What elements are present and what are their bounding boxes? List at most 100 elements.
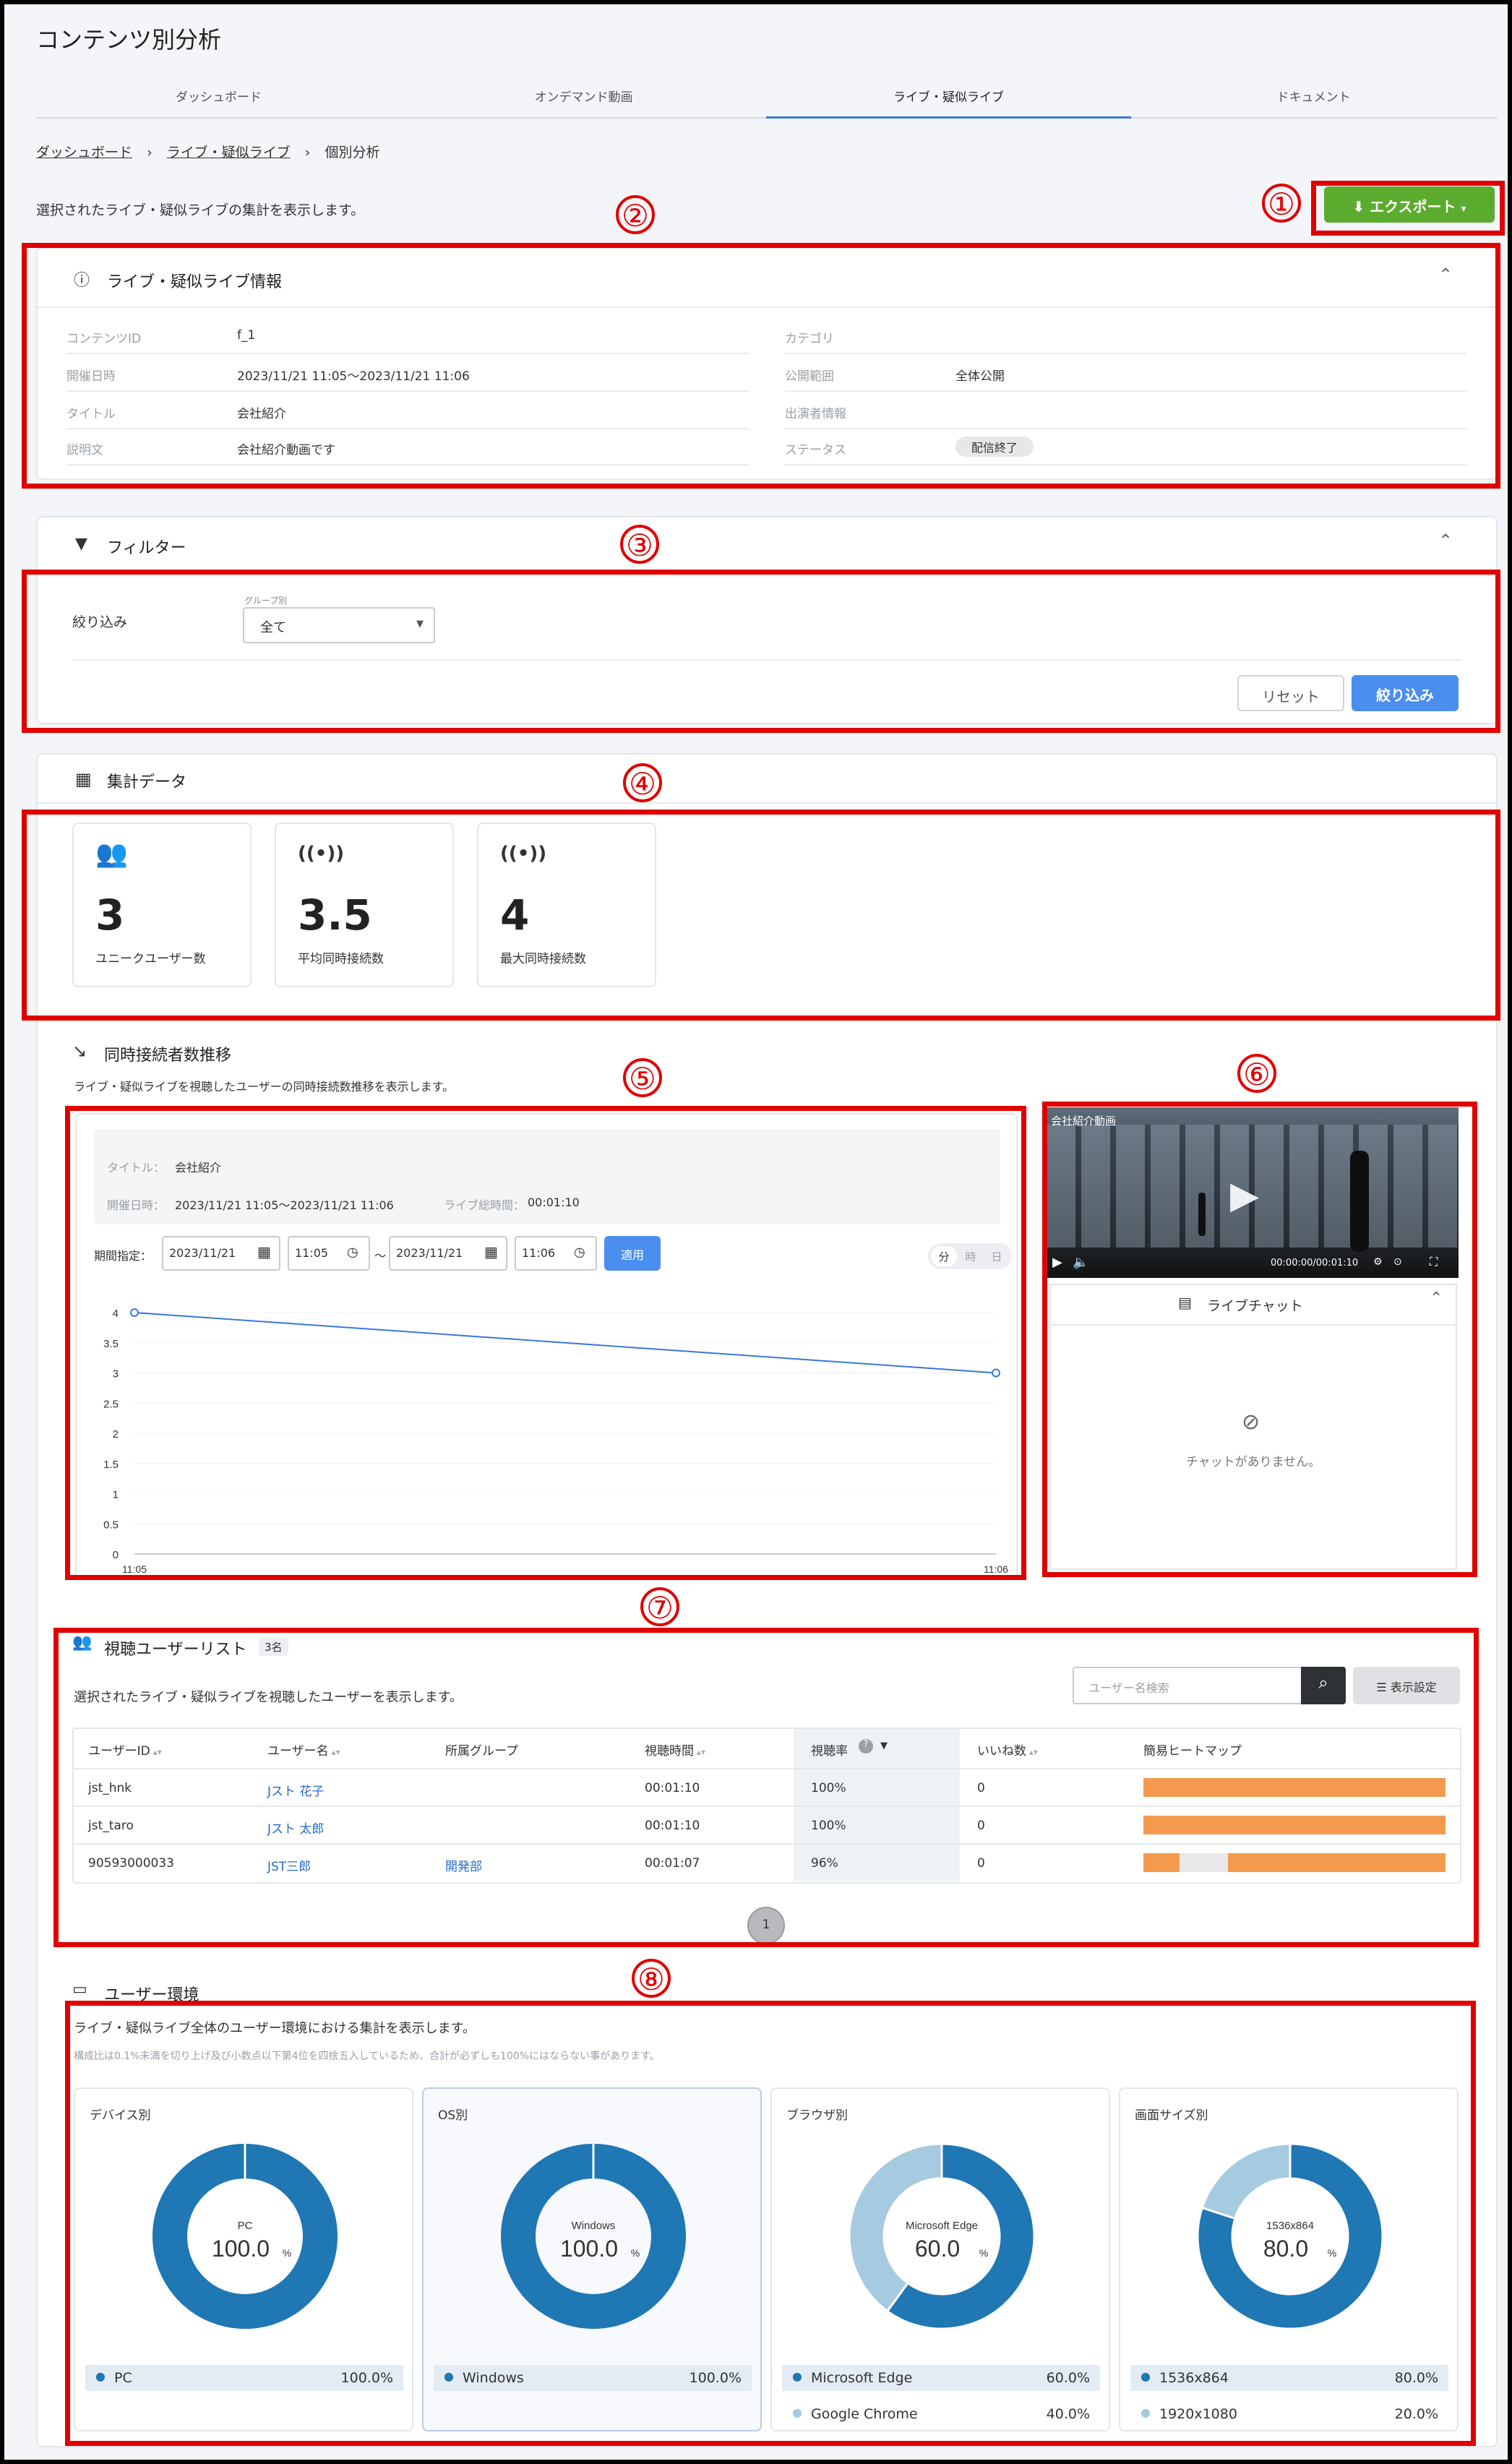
viewer-table: ユーザーID ユーザー名 所属グループ 視聴時間 視聴率 ? ▼ いいね数 簡易… — [72, 1727, 1461, 1884]
page-frame: コンテンツ別分析 ダッシュボード オンデマンド動画 ライブ・疑似ライブ ドキュメ… — [0, 0, 1512, 2464]
settings-icon[interactable]: ⚙ — [1373, 1256, 1383, 1268]
info-value-scope: 全体公開 — [955, 369, 1005, 384]
legend-dot-icon: ● — [792, 2369, 802, 2383]
info-label-date: 開催日時 — [66, 369, 116, 384]
legend-name: Microsoft Edge — [811, 2370, 913, 2386]
fullscreen-icon[interactable]: ⛶ — [1430, 1255, 1438, 1269]
clock-icon: ◷ — [574, 1245, 585, 1260]
cell-user-name[interactable]: JST三郎 — [267, 1856, 311, 1874]
donut-chart: PC 100.0% — [153, 2144, 338, 2329]
video-panel: 会社紹介動画 ▶ ▶ 🔈 00:00:00/00:01:10 ⚙ ⊙ ⛶ ▤ ラ… — [1045, 1104, 1464, 1574]
pagination-page-1[interactable]: 1 — [747, 1907, 785, 1944]
meta-date-label: 開催日時： — [107, 1198, 166, 1212]
legend-dot-icon: ● — [444, 2369, 454, 2383]
cell-watch-time: 00:01:07 — [645, 1856, 700, 1871]
col-watch-rate[interactable]: 視聴率 — [811, 1740, 848, 1759]
unit-minute[interactable]: 分 — [931, 1246, 957, 1266]
donut-center-value: 80.0 — [1263, 2236, 1308, 2262]
apply-period-button[interactable]: 適用 — [604, 1236, 661, 1271]
cell-watch-time: 00:01:10 — [645, 1781, 700, 1795]
cell-user-name[interactable]: Jスト 太郎 — [267, 1819, 324, 1837]
legend-item: ● 1920x1080 20.0% — [1130, 2401, 1448, 2427]
viewer-count-badge: 3名 — [259, 1638, 288, 1656]
cell-user-id: jst_hnk — [88, 1781, 132, 1795]
reset-button[interactable]: リセット — [1237, 675, 1344, 711]
tab-ondemand[interactable]: オンデマンド動画 — [401, 87, 766, 105]
collapse-icon[interactable]: ⌃ — [1438, 531, 1453, 551]
donut-center-label: 1536x864 — [1266, 2220, 1314, 2232]
group-select[interactable]: 全て ▼ — [243, 607, 435, 643]
stat-label: 平均同時接続数 — [298, 952, 384, 966]
info-value-id: f_1 — [237, 328, 256, 343]
display-settings-button[interactable]: ☰ 表示設定 — [1353, 1667, 1460, 1704]
chat-body: ⊘ チャットがありません。 — [1049, 1324, 1457, 1570]
meta-title-label: タイトル： — [107, 1161, 166, 1175]
col-user-name[interactable]: ユーザー名 — [267, 1740, 340, 1759]
unit-day[interactable]: 日 — [986, 1249, 1008, 1264]
calendar-icon: ▦ — [484, 1243, 498, 1261]
annotation-number-8: ⑧ — [632, 1959, 671, 1998]
play-overlay-icon[interactable]: ▶ — [1230, 1174, 1259, 1217]
col-likes[interactable]: いいね数 — [977, 1740, 1038, 1759]
cell-user-id: jst_taro — [88, 1819, 134, 1833]
heatmap-bar — [1143, 1816, 1446, 1834]
donut-center-value: 60.0 — [915, 2236, 960, 2262]
env-panel-title: ブラウザ別 — [786, 2108, 848, 2123]
start-time-input[interactable]: 11:05 ◷ — [288, 1236, 370, 1271]
col-user-id[interactable]: ユーザーID — [88, 1740, 162, 1759]
tab-live[interactable]: ライブ・疑似ライブ — [766, 87, 1131, 119]
stat-card-unique-users: 👥 3 ユニークユーザー数 — [72, 823, 252, 987]
speed-icon[interactable]: ⊙ — [1393, 1256, 1402, 1268]
donut-center-value: 100.0 — [560, 2236, 618, 2262]
table-row: 90593000033 JST三郎 開発部 00:01:07 96% 0 — [74, 1843, 1460, 1881]
help-icon[interactable]: ? — [859, 1739, 873, 1753]
search-icon[interactable]: ⌕ — [1301, 1667, 1346, 1704]
collapse-icon[interactable]: ⌃ — [1430, 1289, 1443, 1308]
col-watch-time[interactable]: 視聴時間 — [645, 1740, 705, 1759]
cell-user-name[interactable]: Jスト 花子 — [267, 1781, 324, 1799]
apply-filter-button[interactable]: 絞り込み — [1352, 675, 1459, 711]
breadcrumb-live[interactable]: ライブ・疑似ライブ — [167, 145, 291, 160]
legend-item: ● Windows 100.0% — [434, 2365, 752, 2391]
y-tick-label: 1.5 — [103, 1459, 119, 1471]
stat-card-max-concurrent: ((•)) 4 最大同時接続数 — [477, 823, 656, 987]
stat-value: 3 — [95, 890, 125, 940]
export-button[interactable]: ⬇ エクスポート ▾ — [1324, 186, 1495, 223]
cell-watch-rate: 100% — [811, 1781, 846, 1795]
env-panel: ブラウザ別 Microsoft Edge 60.0% ● Microsoft Edge 6… — [770, 2087, 1110, 2431]
start-date-input[interactable]: 2023/11/21 ▦ — [162, 1236, 280, 1271]
legend-name: 1536x864 — [1159, 2370, 1229, 2386]
donut-chart: Windows 100.0% — [501, 2144, 686, 2329]
tab-dashboard[interactable]: ダッシュボード — [36, 87, 401, 105]
info-label-desc: 説明文 — [66, 443, 103, 458]
concurrent-chart-card: タイトル： 会社紹介 開催日時： 2023/11/21 11:05〜2023/1… — [75, 1113, 1018, 1580]
stat-label: ユニークユーザー数 — [95, 952, 206, 966]
end-date-input[interactable]: 2023/11/21 ▦ — [389, 1236, 507, 1271]
y-tick-label: 1 — [113, 1489, 119, 1501]
user-search-input[interactable]: ユーザー名検索 — [1073, 1667, 1302, 1704]
collapse-icon[interactable]: ⌃ — [1438, 265, 1453, 285]
sort-desc-icon[interactable]: ▼ — [880, 1740, 888, 1751]
env-panel: 画面サイズ別 1536x864 80.0% ● 1536x864 80.0% ● 1920x1… — [1119, 2087, 1459, 2431]
data-point — [130, 1308, 139, 1317]
volume-icon[interactable]: 🔈 — [1073, 1255, 1088, 1270]
tab-document[interactable]: ドキュメント — [1131, 87, 1496, 105]
donut-chart: 1536x864 80.0% — [1196, 2142, 1384, 2330]
video-player[interactable]: 会社紹介動画 ▶ ▶ 🔈 00:00:00/00:01:10 ⚙ ⊙ ⛶ — [1047, 1107, 1459, 1278]
y-tick-label: 3 — [113, 1368, 119, 1381]
end-time-input[interactable]: 11:06 ◷ — [515, 1236, 597, 1271]
legend-name: Windows — [463, 2370, 524, 2386]
range-separator: ～ — [374, 1249, 387, 1263]
breadcrumb-dashboard[interactable]: ダッシュボード — [36, 145, 132, 160]
breadcrumb-current: 個別分析 — [325, 145, 380, 160]
cell-group[interactable]: 開発部 — [445, 1856, 482, 1874]
unit-hour[interactable]: 時 — [960, 1249, 981, 1264]
filter-title: フィルター — [107, 539, 186, 557]
viewers-description: 選択されたライブ・疑似ライブを視聴したユーザーを表示します。 — [74, 1690, 463, 1705]
page-title: コンテンツ別分析 — [36, 26, 222, 53]
video-title: 会社紹介動画 — [1051, 1115, 1117, 1128]
info-title: ライブ・疑似ライブ情報 — [107, 273, 283, 291]
play-icon[interactable]: ▶ — [1052, 1255, 1062, 1270]
sliders-icon: ☰ — [1376, 1680, 1387, 1694]
legend-item: ● Google Chrome 40.0% — [782, 2401, 1100, 2427]
